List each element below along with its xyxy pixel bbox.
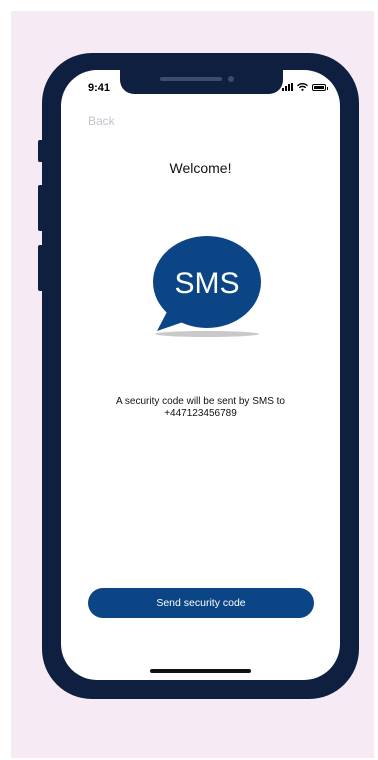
status-time: 9:41 bbox=[88, 82, 111, 94]
sms-info-line: A security code will be sent by SMS to bbox=[116, 396, 285, 407]
notch-camera bbox=[228, 76, 234, 82]
welcome-title: Welcome! bbox=[169, 160, 232, 176]
battery-icon bbox=[312, 84, 328, 91]
cellular-signal-icon bbox=[282, 83, 293, 91]
home-indicator bbox=[150, 669, 251, 673]
back-button[interactable]: Back bbox=[88, 114, 115, 128]
sms-info-message: A security code will be sent by SMS to +… bbox=[61, 396, 340, 420]
phone-number: +447123456789 bbox=[164, 408, 237, 419]
phone-screen: 9:41 Back Welcome! SMS A security code w… bbox=[61, 70, 340, 680]
status-icons bbox=[282, 83, 328, 91]
sms-label: SMS bbox=[174, 267, 239, 300]
wifi-icon bbox=[297, 83, 308, 91]
notch-speaker bbox=[160, 77, 222, 81]
sms-speech-bubble-icon: SMS bbox=[153, 236, 261, 337]
send-security-code-button[interactable]: Send security code bbox=[88, 588, 314, 618]
device-notch bbox=[120, 70, 283, 94]
